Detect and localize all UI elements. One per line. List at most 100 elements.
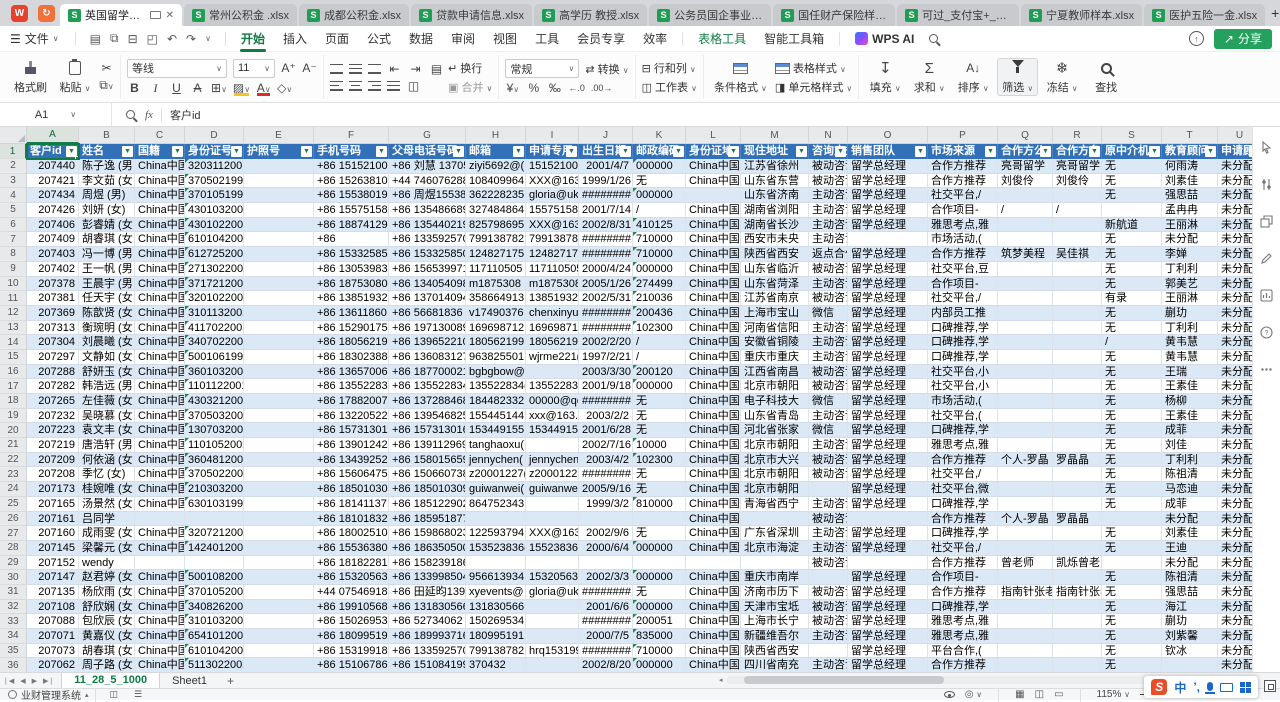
undo-icon[interactable]: ↶ <box>167 32 177 46</box>
cell-O35[interactable]: 留学总经理 <box>848 644 928 659</box>
cell-T6[interactable]: 王丽淋 <box>1162 218 1218 233</box>
cell-T15[interactable]: 黄韦慧 <box>1162 350 1218 365</box>
cell-M17[interactable]: 北京市朝阳 <box>741 379 809 394</box>
row-header-16[interactable]: 16 <box>0 365 27 380</box>
cell-T26[interactable]: 未分配 <box>1162 512 1218 527</box>
cell-J34[interactable]: 2000/7/5 <box>579 629 633 644</box>
cell-K21[interactable]: 10000 <box>633 438 686 453</box>
cell-U18[interactable]: 未分配 <box>1218 394 1252 409</box>
cell-K24[interactable]: 无 <box>633 482 686 497</box>
cell-A3[interactable]: 207421 <box>27 174 79 189</box>
cell-Q24[interactable] <box>998 482 1053 497</box>
cell-R32[interactable] <box>1053 600 1102 615</box>
cursor-select-icon[interactable] <box>1260 141 1273 154</box>
cell-K30[interactable]: 000000 <box>633 570 686 585</box>
cell-J36[interactable]: 2002/8/20 <box>579 658 633 672</box>
cell-C31[interactable]: China中国 <box>135 585 185 600</box>
table-header-cell[interactable]: 手机号码▼ <box>314 144 389 159</box>
cell-E7[interactable] <box>244 232 314 247</box>
cell-F10[interactable]: +86 18753080 <box>314 277 389 292</box>
table-header-cell[interactable]: 现住地址▼ <box>741 144 809 159</box>
cell-J18[interactable]: ######## <box>579 394 633 409</box>
cell-U26[interactable]: 未分配 <box>1218 512 1252 527</box>
cell-E11[interactable] <box>244 291 314 306</box>
redo-icon[interactable]: ↷ <box>186 32 196 46</box>
cell-H5[interactable]: 327484864 <box>466 203 526 218</box>
cell-T28[interactable]: 王迪 <box>1162 541 1218 556</box>
cell-B14[interactable]: 刘晨曦 (女 <box>79 335 135 350</box>
sort-button[interactable]: A↓排序 ∨ <box>953 59 993 95</box>
cell-L15[interactable]: China中国 <box>686 350 741 365</box>
cell-C26[interactable] <box>135 512 185 527</box>
cell-C10[interactable]: China中国 <box>135 277 185 292</box>
cell-J16[interactable]: 2003/3/30 <box>579 365 633 380</box>
cell-C25[interactable]: China中国 <box>135 497 185 512</box>
cell-J27[interactable]: 2002/9/6 <box>579 526 633 541</box>
cell-R10[interactable] <box>1053 277 1102 292</box>
cell-O30[interactable]: 留学总经理 <box>848 570 928 585</box>
cell-K33[interactable]: 200051 <box>633 614 686 629</box>
filter-dropdown-icon[interactable]: ▼ <box>620 146 631 157</box>
cell-M23[interactable]: 北京市朝阳 <box>741 467 809 482</box>
cell-R17[interactable] <box>1053 379 1102 394</box>
cell-J11[interactable]: 2002/5/31 <box>579 291 633 306</box>
cell-E24[interactable] <box>244 482 314 497</box>
cell-T18[interactable]: 杨柳 <box>1162 394 1218 409</box>
file-tab[interactable]: S可过_支付宝+_滴滴 <box>897 4 1019 26</box>
cell-U15[interactable]: 未分配 <box>1218 350 1252 365</box>
cell-D30[interactable]: 500108200203035125 <box>185 570 244 585</box>
cell-C24[interactable]: China中国 <box>135 482 185 497</box>
cell-N18[interactable]: 微信 <box>809 394 848 409</box>
cell-F30[interactable]: +86 15320563 <box>314 570 389 585</box>
cell-P12[interactable]: 内部员工推 <box>928 306 998 321</box>
cell-Q11[interactable] <box>998 291 1053 306</box>
formula-input[interactable]: 客户id <box>170 107 201 123</box>
cell-K12[interactable]: 200436 <box>633 306 686 321</box>
cell-G2[interactable]: +86 刘慧 137052 <box>389 159 466 174</box>
cell-H29[interactable] <box>466 556 526 571</box>
table-header-cell[interactable]: 原中介机▼ <box>1102 144 1162 159</box>
cell-I36[interactable] <box>526 658 579 672</box>
cell-C23[interactable]: China中国 <box>135 467 185 482</box>
cell-S19[interactable]: 无 <box>1102 409 1162 424</box>
cell-H16[interactable]: bgbgbow@( <box>466 365 526 380</box>
cell-L10[interactable]: China中国 <box>686 277 741 292</box>
help-icon[interactable]: ? <box>1260 326 1273 339</box>
cell-P15[interactable]: 口碑推荐,学 <box>928 350 998 365</box>
cell-R12[interactable] <box>1053 306 1102 321</box>
cell-H26[interactable] <box>466 512 526 527</box>
cell-A10[interactable]: 207378 <box>27 277 79 292</box>
cell-S18[interactable]: 无 <box>1102 394 1162 409</box>
cell-B13[interactable]: 衡琬明 (女 <box>79 321 135 336</box>
filter-dropdown-icon[interactable]: ▼ <box>728 146 739 157</box>
cell-H6[interactable]: 825798695 <box>466 218 526 233</box>
cell-L8[interactable]: China中国 <box>686 247 741 262</box>
cell-E3[interactable] <box>244 174 314 189</box>
table-header-cell[interactable]: 国籍▼ <box>135 144 185 159</box>
cell-Q18[interactable] <box>998 394 1053 409</box>
cell-E18[interactable] <box>244 394 314 409</box>
ime-chinese-mode-icon[interactable]: 中 <box>1174 679 1186 696</box>
align-top-icon[interactable] <box>330 64 343 74</box>
cell-O21[interactable]: 留学总经理 <box>848 438 928 453</box>
cell-H14[interactable]: 180562199 <box>466 335 526 350</box>
cell-R22[interactable]: 罗晶晶 <box>1053 453 1102 468</box>
duplicate-window-icon[interactable] <box>1260 215 1273 228</box>
cell-S13[interactable]: 无 <box>1102 321 1162 336</box>
cell-G24[interactable]: +86 1850103098 <box>389 482 466 497</box>
cell-U29[interactable]: 未分配 <box>1218 556 1252 571</box>
cell-P29[interactable]: 合作方推荐 <box>928 556 998 571</box>
cell-F26[interactable]: +86 18101832 <box>314 512 389 527</box>
fill-handle[interactable] <box>75 156 79 159</box>
row-header-20[interactable]: 20 <box>0 423 27 438</box>
cell-Q26[interactable]: 个人-罗晶 <box>998 512 1053 527</box>
cell-I6[interactable]: XXX@163. <box>526 218 579 233</box>
cell-U32[interactable]: 未分配 <box>1218 600 1252 615</box>
cell-B2[interactable]: 陈子逸 (男 <box>79 159 135 174</box>
cell-F24[interactable]: +86 18501030 <box>314 482 389 497</box>
cell-I16[interactable] <box>526 365 579 380</box>
cell-Q19[interactable] <box>998 409 1053 424</box>
cell-H2[interactable]: ziyi5692@( <box>466 159 526 174</box>
cell-B8[interactable]: 冯一博 (男 <box>79 247 135 262</box>
table-header-cell[interactable]: 合作方名▼ <box>1053 144 1102 159</box>
